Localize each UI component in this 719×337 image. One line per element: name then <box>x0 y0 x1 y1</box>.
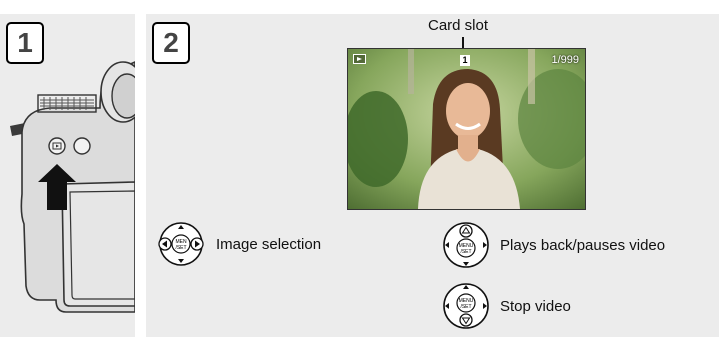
svg-text:/SET: /SET <box>460 249 471 255</box>
svg-text:/SET: /SET <box>175 245 186 251</box>
instruction-label: Stop video <box>500 297 571 315</box>
card-slot-number: 1 <box>460 55 470 66</box>
playback-mode-icon <box>353 54 366 64</box>
svg-text:/SET: /SET <box>460 304 471 310</box>
instruction-image-selection: MEN /SET Image selection <box>155 221 321 267</box>
instruction-play-pause: MENU /SET Plays back/pauses video <box>441 220 665 270</box>
down-button-icon: MENU /SET <box>443 283 489 329</box>
instruction-stop-video: MENU /SET Stop video <box>441 281 571 331</box>
up-button-icon: MENU /SET <box>443 222 489 268</box>
left-right-buttons-icon: MEN /SET <box>158 222 204 266</box>
portrait-photo <box>348 49 585 209</box>
step-2-badge: 2 <box>152 22 190 64</box>
step-1-badge: 1 <box>6 22 44 64</box>
image-count: 1/999 <box>551 54 579 66</box>
instruction-label: Plays back/pauses video <box>500 236 666 254</box>
card-slot-callout-label: Card slot <box>428 17 489 34</box>
instruction-label: Image selection <box>216 235 322 253</box>
playback-screen: 1 1/999 <box>347 48 586 210</box>
